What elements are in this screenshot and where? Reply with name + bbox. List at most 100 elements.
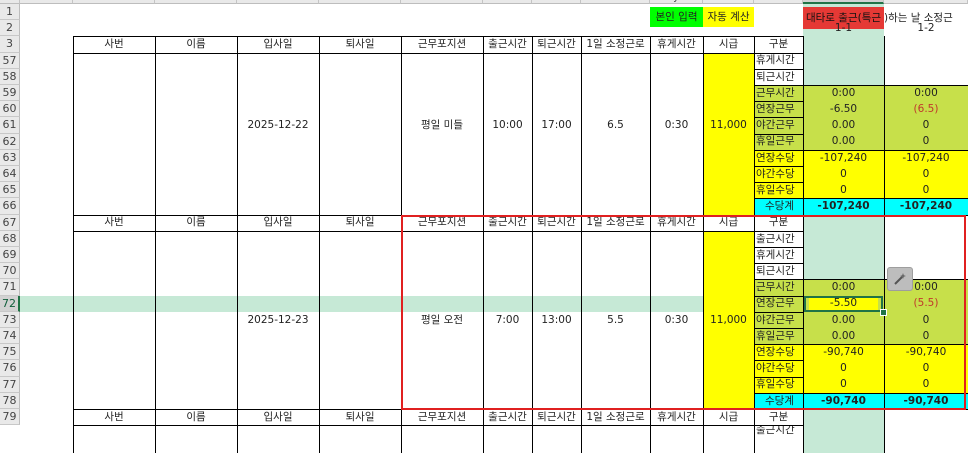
row-header-78[interactable]: 78: [0, 392, 20, 409]
row-header-2[interactable]: 2: [0, 20, 20, 37]
column-header-a[interactable]: A: [20, 0, 73, 4]
header-name: 이름: [186, 410, 206, 423]
header-position: 근무포지션: [417, 410, 467, 423]
gridline-h: [754, 101, 803, 103]
row-header-61[interactable]: 61: [0, 117, 20, 134]
header-out-time: 퇴근시간: [537, 38, 576, 51]
spreadsheet: 본인 입력 자동 계산 대타로 출근(특근)하는 날 소정근 1-1 1-2 사번 이름 입사…: [0, 0, 968, 453]
day-label-n: 1-2: [917, 22, 935, 35]
column-header-b[interactable]: B: [73, 0, 155, 4]
header-in-time: 출근시간: [488, 38, 527, 51]
row-header-73[interactable]: 73: [0, 311, 20, 328]
header-break-time: 휴게시간: [657, 216, 696, 229]
gridline-h: [754, 68, 803, 70]
column-header-m[interactable]: M: [803, 0, 884, 4]
column-header-g[interactable]: G: [483, 0, 532, 4]
gridline-v: [155, 36, 156, 453]
row-header-59[interactable]: 59: [0, 85, 20, 102]
column-header-f[interactable]: F: [401, 0, 483, 4]
block-position: 평일 미들: [421, 119, 463, 132]
header-break-time: 휴게시간: [657, 38, 696, 51]
block-daily-hours: 6.5: [607, 119, 624, 132]
block-hourly: 11,000: [710, 313, 747, 326]
column-header-k[interactable]: K: [703, 0, 754, 4]
column-header-i[interactable]: I: [581, 0, 650, 4]
gridline-v: [703, 36, 704, 453]
gridline-h: [803, 198, 968, 200]
row-header-60[interactable]: 60: [0, 101, 20, 118]
header-name: 이름: [186, 216, 206, 229]
value-m-holiday-pay: 0: [840, 184, 847, 197]
gridline-h: [754, 376, 803, 378]
value-m-holiday-pay: 0: [840, 378, 847, 391]
row-header-68[interactable]: 68: [0, 230, 20, 247]
value-m-overtime: -6.50: [829, 103, 858, 116]
header-out-time: 퇴근시간: [537, 216, 576, 229]
column-header-c[interactable]: C: [155, 0, 237, 4]
value-n-total: -107,240: [899, 200, 953, 213]
block-position: 평일 오전: [421, 313, 463, 326]
row-header-72[interactable]: 72: [0, 295, 20, 312]
header-out-time: 퇴근시간: [537, 410, 576, 423]
row-header-76[interactable]: 76: [0, 360, 20, 377]
block-daily-hours: 5.5: [607, 313, 624, 326]
wand-icon[interactable]: [887, 267, 913, 292]
value-m-ot-pay: -90,740: [823, 346, 864, 359]
gridline-h: [754, 328, 803, 329]
category-label: 휴게시간: [756, 248, 795, 261]
row-header-77[interactable]: 77: [0, 376, 20, 393]
row-header-63[interactable]: 63: [0, 149, 20, 166]
column-header-e[interactable]: E: [319, 0, 401, 4]
header-name: 이름: [186, 38, 206, 51]
value-n-holiday: 0: [922, 329, 930, 342]
gridline-h: [754, 425, 803, 427]
row-header-71[interactable]: 71: [0, 279, 20, 296]
column-header-n[interactable]: N: [884, 0, 968, 4]
category-label: 휴게시간: [756, 54, 795, 67]
gridline-h: [73, 230, 803, 232]
gridline-h: [754, 295, 803, 297]
row-header-75[interactable]: 75: [0, 344, 20, 361]
category-label: 야간근무: [756, 119, 795, 132]
header-hourly: 시급: [718, 410, 739, 423]
row-header-74[interactable]: 74: [0, 328, 20, 345]
header-position: 근무포지션: [417, 38, 467, 51]
row-header-1[interactable]: 1: [0, 4, 20, 21]
row-header-64[interactable]: 64: [0, 166, 20, 183]
column-header-l[interactable]: L: [754, 0, 803, 4]
row-header-62[interactable]: 62: [0, 133, 20, 150]
header-leave-date: 퇴사일: [345, 38, 375, 51]
header-emp-no: 사번: [104, 216, 124, 229]
row-header-65[interactable]: 65: [0, 182, 20, 199]
category-label: 근무시간: [756, 86, 795, 99]
category-label: 근무시간: [756, 281, 795, 294]
row-header-79[interactable]: 79: [0, 409, 20, 426]
column-header-d[interactable]: D: [237, 0, 319, 4]
column-header-j[interactable]: J: [650, 0, 703, 4]
header-emp-no: 사번: [104, 410, 124, 423]
block-hire-date: 2025-12-23: [247, 313, 309, 326]
header-hourly: 시급: [718, 38, 739, 51]
row-header-57[interactable]: 57: [0, 52, 20, 69]
gridline-h: [754, 360, 803, 362]
category-label: 연장근무: [756, 103, 795, 116]
header-daily-hours: 1일 소정근로: [586, 410, 645, 423]
row-header-69[interactable]: 69: [0, 247, 20, 264]
row-header-67[interactable]: 67: [0, 214, 20, 231]
row-header-66[interactable]: 66: [0, 198, 20, 215]
legend-input: 본인 입력: [650, 7, 703, 28]
column-header-h[interactable]: H: [532, 0, 581, 4]
block-in-time: 7:00: [495, 313, 520, 326]
row-header-3[interactable]: 3: [0, 36, 20, 53]
header-leave-date: 퇴사일: [345, 216, 375, 229]
row-header-58[interactable]: 58: [0, 68, 20, 85]
row-header-70[interactable]: 70: [0, 263, 20, 280]
selected-cell[interactable]: [804, 295, 883, 312]
header-hire-date: 입사일: [263, 38, 293, 51]
gridline-v: [884, 36, 885, 453]
gridline-h: [754, 263, 803, 265]
header-daily-hours: 1일 소정근로: [586, 38, 645, 51]
fill-handle[interactable]: [880, 308, 887, 316]
hourly-fill-block1: [703, 52, 754, 215]
value-n-night: 0: [922, 313, 930, 326]
